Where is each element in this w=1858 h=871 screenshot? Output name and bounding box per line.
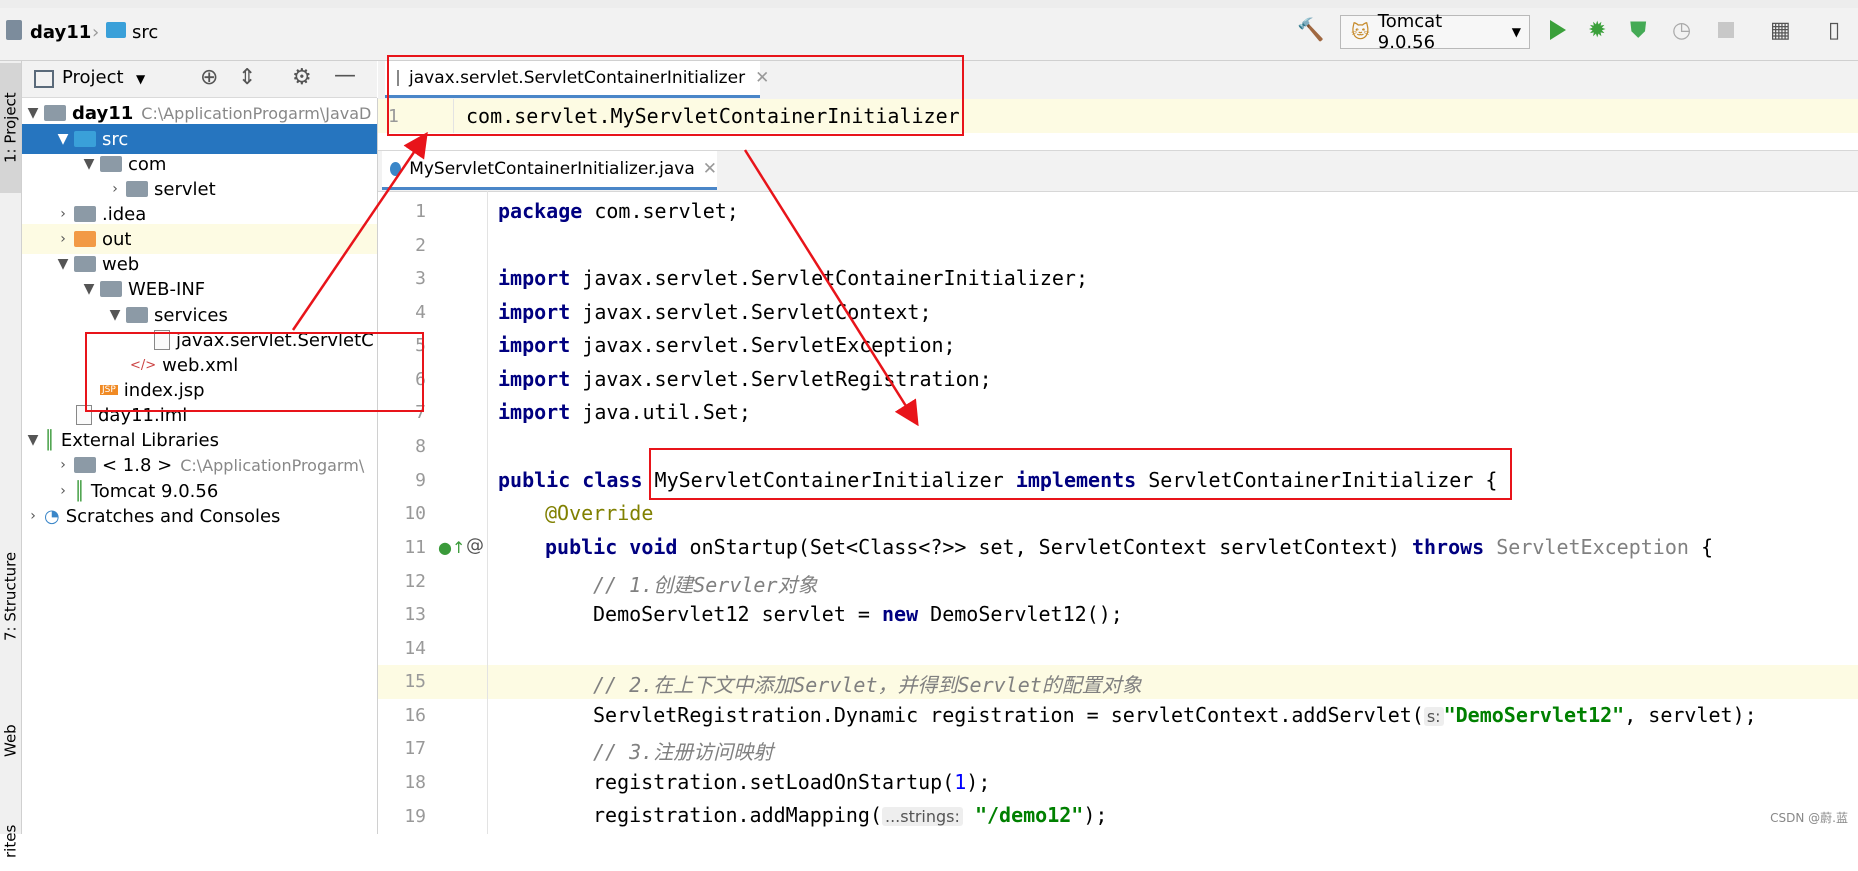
annotation-arrow-down xyxy=(743,149,919,427)
watermark: CSDN @蔚.蓝 xyxy=(1770,811,1848,825)
annotation-arrows xyxy=(291,131,919,427)
annotation-arrow-up xyxy=(291,131,428,331)
